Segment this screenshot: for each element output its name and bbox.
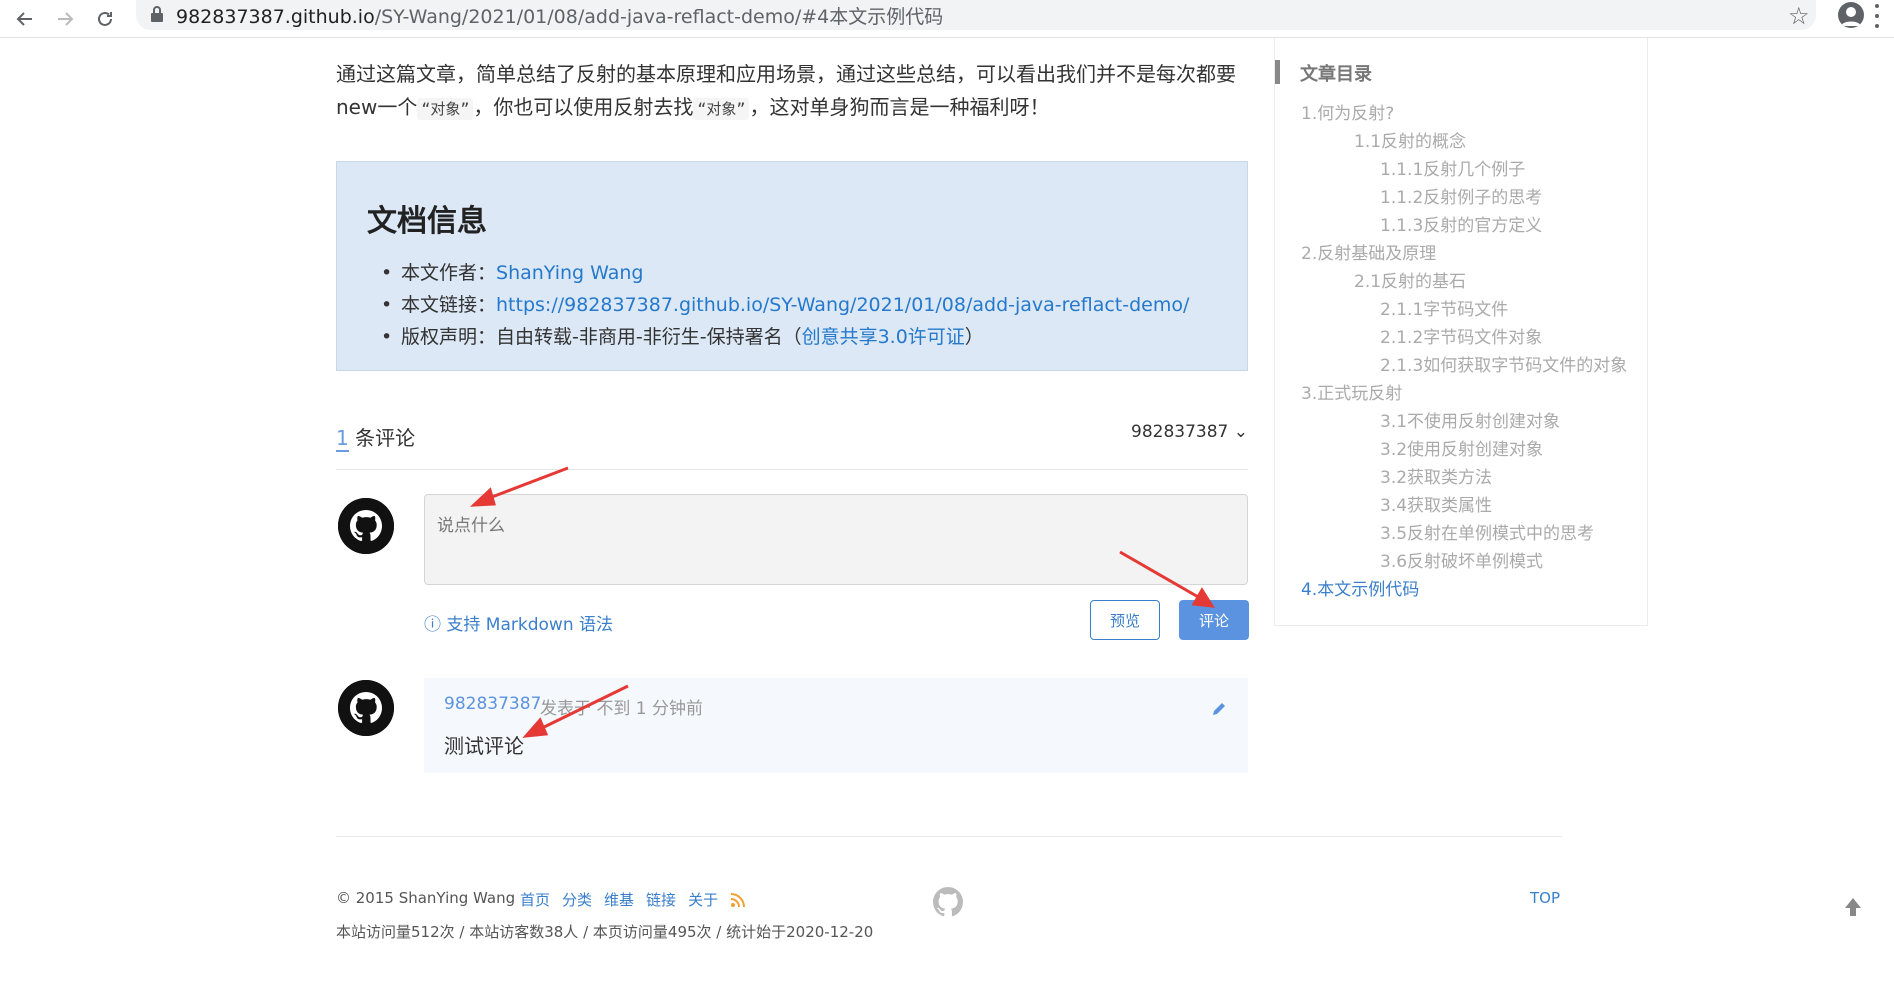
scroll-up-icon[interactable] bbox=[1842, 896, 1864, 918]
back-icon[interactable] bbox=[8, 2, 42, 36]
doc-info-license: 版权声明：自由转载-非商用-非衍生-保持署名（创意共享3.0许可证） bbox=[367, 321, 1189, 353]
doc-info-title: 文档信息 bbox=[367, 204, 487, 239]
comment-item: 982837387 发表于 不到 1 分钟前 测试评论 bbox=[424, 678, 1248, 773]
doc-info-box: 文档信息 本文作者：ShanYing Wang 本文链接：https://982… bbox=[336, 161, 1248, 371]
inline-code-2: “对象” bbox=[693, 98, 750, 120]
doc-info-list: 本文作者：ShanYing Wang 本文链接：https://98283738… bbox=[367, 257, 1189, 353]
back-to-top-link[interactable]: TOP bbox=[1530, 889, 1560, 907]
footer-links: 首页 分类 维基 链接 关于 bbox=[520, 889, 746, 910]
url-path: /SY-Wang/2021/01/08/add-java-reflact-dem… bbox=[374, 6, 944, 28]
footer-link-wiki[interactable]: 维基 bbox=[604, 889, 634, 910]
toc-title: 文章目录 bbox=[1275, 60, 1372, 85]
github-avatar-icon bbox=[338, 498, 394, 554]
toc-item[interactable]: 3.6反射破坏单例模式 bbox=[1301, 548, 1627, 576]
comment-meta: 发表于 不到 1 分钟前 bbox=[540, 699, 704, 719]
author-link[interactable]: ShanYing Wang bbox=[496, 262, 643, 284]
bookmark-star-icon[interactable]: ☆ bbox=[1788, 2, 1810, 30]
author-label: 本文作者： bbox=[401, 262, 497, 284]
doc-info-author: 本文作者：ShanYing Wang bbox=[367, 257, 1189, 289]
comments-header: 1 条评论 982837387 ⌄ bbox=[336, 418, 1248, 470]
comment-author[interactable]: 982837387 bbox=[444, 694, 541, 714]
toc-item[interactable]: 3.1不使用反射创建对象 bbox=[1301, 408, 1627, 436]
toc-item[interactable]: 3.2获取类方法 bbox=[1301, 464, 1627, 492]
reload-icon[interactable] bbox=[88, 2, 122, 36]
footer-link-categories[interactable]: 分类 bbox=[562, 889, 592, 910]
toc-item[interactable]: 2.1.1字节码文件 bbox=[1301, 296, 1627, 324]
profile-avatar-icon[interactable] bbox=[1838, 2, 1864, 28]
doc-info-link: 本文链接：https://982837387.github.io/SY-Wang… bbox=[367, 289, 1189, 321]
url-text[interactable]: 982837387.github.io/SY-Wang/2021/01/08/a… bbox=[176, 2, 943, 29]
comment-body: 测试评论 bbox=[444, 734, 524, 758]
article-permalink[interactable]: https://982837387.github.io/SY-Wang/2021… bbox=[496, 294, 1189, 316]
more-menu-icon[interactable] bbox=[1874, 4, 1880, 28]
commenter-avatar-icon bbox=[338, 680, 394, 736]
inline-code-1: “对象” bbox=[417, 98, 474, 120]
comment-count-label: 条评论 bbox=[355, 426, 416, 450]
toc-item[interactable]: 4.本文示例代码 bbox=[1301, 576, 1627, 604]
toc-list: 1.何为反射? 1.1反射的概念 1.1.1反射几个例子 1.1.2反射例子的思考 1.… bbox=[1301, 100, 1627, 604]
footer-divider bbox=[336, 836, 1562, 837]
article-conclusion: 通过这篇文章，简单总结了反射的基本原理和应用场景，通过这些总结，可以看出我们并不… bbox=[336, 58, 1256, 126]
article-line-1: 通过这篇文章，简单总结了反射的基本原理和应用场景，通过这些总结，可以看出我们并不… bbox=[336, 62, 1236, 86]
table-of-contents: 文章目录 1.何为反射? 1.1反射的概念 1.1.1反射几个例子 1.1.2反射例子… bbox=[1274, 38, 1648, 626]
github-footer-icon[interactable] bbox=[932, 886, 964, 918]
footer-copyright: © 2015 ShanYing Wang bbox=[336, 889, 516, 907]
comment-count: 1 条评论 bbox=[336, 422, 416, 452]
footer-link-home[interactable]: 首页 bbox=[520, 889, 550, 910]
user-menu-dropdown[interactable]: 982837387 ⌄ bbox=[1131, 422, 1248, 442]
markdown-hint-link[interactable]: ⓘ 支持 Markdown 语法 bbox=[424, 610, 613, 635]
license-tail: ） bbox=[964, 326, 984, 348]
toc-item[interactable]: 1.1.2反射例子的思考 bbox=[1301, 184, 1627, 212]
url-host: 982837387.github.io bbox=[176, 6, 375, 28]
toc-item[interactable]: 1.1.3反射的官方定义 bbox=[1301, 212, 1627, 240]
lock-icon bbox=[151, 6, 163, 22]
toc-item[interactable]: 2.1.2字节码文件对象 bbox=[1301, 324, 1627, 352]
footer-link-about[interactable]: 关于 bbox=[688, 889, 718, 910]
toc-item[interactable]: 3.2使用反射创建对象 bbox=[1301, 436, 1627, 464]
toc-item[interactable]: 1.1.1反射几个例子 bbox=[1301, 156, 1627, 184]
toc-item[interactable]: 3.4获取类属性 bbox=[1301, 492, 1627, 520]
toc-item[interactable]: 2.反射基础及原理 bbox=[1301, 240, 1627, 268]
comment-textarea[interactable]: 说点什么 bbox=[424, 494, 1248, 585]
toc-item[interactable]: 2.1.3如何获取字节码文件的对象 bbox=[1301, 352, 1627, 380]
license-link[interactable]: 创意共享3.0许可证 bbox=[802, 326, 965, 348]
footer-link-links[interactable]: 链接 bbox=[646, 889, 676, 910]
site-stats: 本站访问量512次 / 本站访客数38人 / 本页访问量495次 / 统计始于2… bbox=[336, 923, 874, 941]
toc-item[interactable]: 1.1反射的概念 bbox=[1301, 128, 1627, 156]
toc-item[interactable]: 3.5反射在单例模式中的思考 bbox=[1301, 520, 1627, 548]
article-line-2: new一个 “对象” ，你也可以使用反射去找 “对象” ，这对单身狗而言是一种福利呀！ bbox=[336, 91, 1256, 126]
toc-item[interactable]: 3.正式玩反射 bbox=[1301, 380, 1627, 408]
edit-pencil-icon[interactable] bbox=[1210, 700, 1228, 718]
article-line-2b: ，你也可以使用反射去找 bbox=[473, 95, 694, 119]
toc-item[interactable]: 1.何为反射? bbox=[1301, 100, 1627, 128]
preview-button[interactable]: 预览 bbox=[1090, 600, 1160, 640]
article-line-2c: ，这对单身狗而言是一种福利呀！ bbox=[749, 95, 1050, 119]
submit-comment-button[interactable]: 评论 bbox=[1179, 600, 1249, 640]
license-label: 版权声明：自由转载-非商用-非衍生-保持署名（ bbox=[401, 326, 802, 348]
browser-toolbar: 982837387.github.io/SY-Wang/2021/01/08/a… bbox=[0, 0, 1894, 38]
article-line-2a: new一个 bbox=[336, 95, 418, 119]
link-label: 本文链接： bbox=[401, 294, 497, 316]
rss-icon[interactable] bbox=[730, 892, 746, 908]
comment-count-number[interactable]: 1 bbox=[336, 426, 349, 452]
toc-item[interactable]: 2.1反射的基石 bbox=[1301, 268, 1627, 296]
forward-icon[interactable] bbox=[48, 2, 82, 36]
